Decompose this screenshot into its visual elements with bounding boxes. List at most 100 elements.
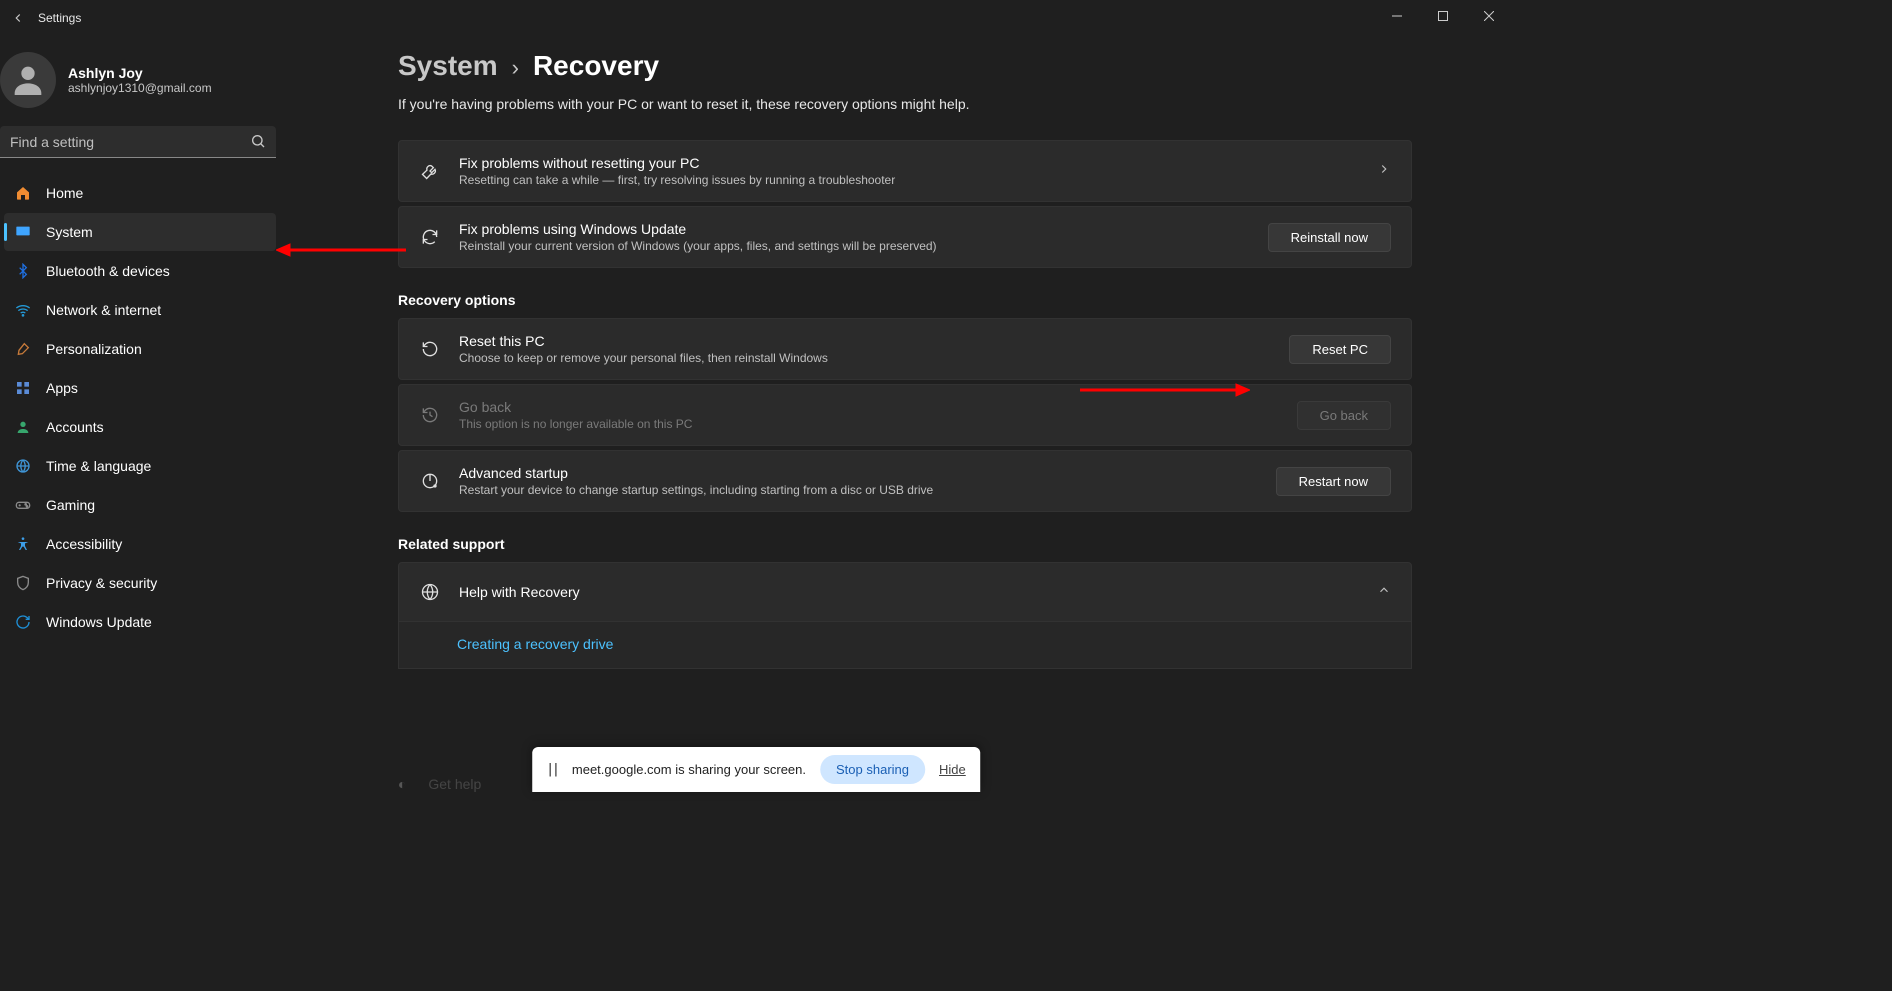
avatar	[0, 52, 56, 108]
nav-network[interactable]: Network & internet	[4, 291, 276, 329]
card-go-back: Go back This option is no longer availab…	[398, 384, 1412, 446]
card-fix-windows-update: Fix problems using Windows Update Reinst…	[398, 206, 1412, 268]
profile-block[interactable]: Ashlyn Joy ashlynjoy1310@gmail.com	[0, 48, 300, 126]
nav-label: Gaming	[46, 497, 95, 513]
pause-icon[interactable]: ||	[546, 762, 558, 777]
minimize-button[interactable]	[1374, 0, 1420, 32]
back-button[interactable]	[6, 6, 30, 30]
help-icon: ◐	[398, 776, 406, 792]
main-content: System › Recovery If you're having probl…	[300, 36, 1512, 792]
breadcrumb-parent[interactable]: System	[398, 50, 498, 82]
chevron-right-icon	[1377, 162, 1391, 181]
chevron-up-icon	[1377, 583, 1391, 602]
nav-label: Privacy & security	[46, 575, 157, 591]
nav-personalization[interactable]: Personalization	[4, 330, 276, 368]
nav-windows-update[interactable]: Windows Update	[4, 603, 276, 641]
nav-gaming[interactable]: Gaming	[4, 486, 276, 524]
refresh-icon	[419, 226, 441, 248]
reinstall-now-button[interactable]: Reinstall now	[1268, 223, 1391, 252]
shield-icon	[14, 574, 32, 592]
nav-label: Windows Update	[46, 614, 152, 630]
globe-help-icon	[419, 581, 441, 603]
reset-icon	[419, 338, 441, 360]
expander-body: Creating a recovery drive	[398, 622, 1412, 669]
screen-share-bar: || meet.google.com is sharing your scree…	[532, 747, 980, 792]
nav-list: Home System Bluetooth & devices Network …	[0, 174, 300, 641]
user-name: Ashlyn Joy	[68, 65, 212, 81]
card-title: Advanced startup	[459, 465, 1276, 481]
nav-apps[interactable]: Apps	[4, 369, 276, 407]
history-icon	[419, 404, 441, 426]
hide-share-bar[interactable]: Hide	[939, 762, 966, 777]
person-icon	[14, 418, 32, 436]
apps-icon	[14, 379, 32, 397]
search-input[interactable]	[0, 126, 276, 158]
nav-accounts[interactable]: Accounts	[4, 408, 276, 446]
get-help-label: Get help	[428, 776, 481, 792]
bluetooth-icon	[14, 262, 32, 280]
globe-icon	[14, 457, 32, 475]
search-wrap	[0, 126, 276, 158]
nav-system[interactable]: System	[4, 213, 276, 251]
reset-pc-button[interactable]: Reset PC	[1289, 335, 1391, 364]
nav-label: Bluetooth & devices	[46, 263, 170, 279]
gamepad-icon	[14, 496, 32, 514]
section-related-support: Related support	[398, 536, 1412, 552]
brush-icon	[14, 340, 32, 358]
nav-time-language[interactable]: Time & language	[4, 447, 276, 485]
window-controls	[1374, 0, 1512, 32]
wifi-icon	[14, 301, 32, 319]
window-title: Settings	[38, 11, 81, 25]
restart-now-button[interactable]: Restart now	[1276, 467, 1391, 496]
nav-label: Network & internet	[46, 302, 161, 318]
accessibility-icon	[14, 535, 32, 553]
nav-bluetooth[interactable]: Bluetooth & devices	[4, 252, 276, 290]
nav-label: Accessibility	[46, 536, 122, 552]
chevron-right-icon: ›	[512, 55, 519, 81]
link-recovery-drive[interactable]: Creating a recovery drive	[457, 636, 613, 652]
system-icon	[14, 223, 32, 241]
home-icon	[14, 184, 32, 202]
go-back-button: Go back	[1297, 401, 1391, 430]
wrench-icon	[419, 160, 441, 182]
maximize-button[interactable]	[1420, 0, 1466, 32]
nav-label: Personalization	[46, 341, 142, 357]
card-advanced-startup: Advanced startup Restart your device to …	[398, 450, 1412, 512]
nav-label: Accounts	[46, 419, 104, 435]
expander-title: Help with Recovery	[459, 584, 1365, 600]
nav-label: Time & language	[46, 458, 151, 474]
breadcrumb: System › Recovery	[398, 50, 1412, 82]
expander-help-recovery: Help with Recovery Creating a recovery d…	[398, 562, 1412, 669]
nav-home[interactable]: Home	[4, 174, 276, 212]
share-text: meet.google.com is sharing your screen.	[572, 762, 806, 777]
page-description: If you're having problems with your PC o…	[398, 96, 1412, 112]
card-subtitle: Choose to keep or remove your personal f…	[459, 351, 1289, 365]
card-title: Reset this PC	[459, 333, 1289, 349]
section-recovery-options: Recovery options	[398, 292, 1412, 308]
power-settings-icon	[419, 470, 441, 492]
close-button[interactable]	[1466, 0, 1512, 32]
get-help-row[interactable]: ◐ Get help	[398, 776, 481, 792]
expander-header[interactable]: Help with Recovery	[398, 562, 1412, 622]
update-icon	[14, 613, 32, 631]
left-pane: Ashlyn Joy ashlynjoy1310@gmail.com Home …	[0, 36, 300, 642]
card-subtitle: This option is no longer available on th…	[459, 417, 1297, 431]
card-title: Go back	[459, 399, 1297, 415]
card-subtitle: Resetting can take a while — first, try …	[459, 173, 1365, 187]
page-title: Recovery	[533, 50, 659, 82]
card-subtitle: Restart your device to change startup se…	[459, 483, 1276, 497]
nav-privacy[interactable]: Privacy & security	[4, 564, 276, 602]
nav-accessibility[interactable]: Accessibility	[4, 525, 276, 563]
nav-label: System	[46, 224, 93, 240]
stop-sharing-button[interactable]: Stop sharing	[820, 755, 925, 784]
nav-label: Apps	[46, 380, 78, 396]
card-subtitle: Reinstall your current version of Window…	[459, 239, 1268, 253]
card-title: Fix problems without resetting your PC	[459, 155, 1365, 171]
card-reset-pc: Reset this PC Choose to keep or remove y…	[398, 318, 1412, 380]
user-email: ashlynjoy1310@gmail.com	[68, 81, 212, 95]
search-icon	[250, 133, 266, 154]
card-fix-troubleshooter[interactable]: Fix problems without resetting your PC R…	[398, 140, 1412, 202]
title-bar: Settings	[0, 0, 1512, 36]
card-title: Fix problems using Windows Update	[459, 221, 1268, 237]
nav-label: Home	[46, 185, 83, 201]
